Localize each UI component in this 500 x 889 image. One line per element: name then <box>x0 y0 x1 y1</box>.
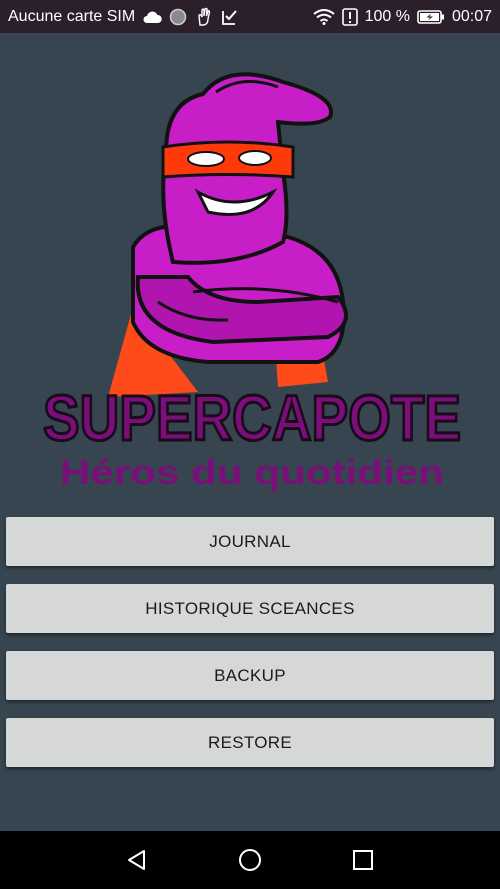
restore-button[interactable]: RESTORE <box>6 718 494 767</box>
status-bar: Aucune carte SIM 100 % 00:07 <box>0 0 500 33</box>
cloud-icon <box>142 10 162 24</box>
main-menu: JOURNAL HISTORIQUE SCEANCES BACKUP RESTO… <box>6 517 494 785</box>
hero-illustration: SUPERCAPOTE Héros du quotidien <box>42 72 463 492</box>
clock: 00:07 <box>451 7 492 25</box>
recents-icon[interactable] <box>343 840 383 880</box>
carrier-label: Aucune carte SIM <box>8 7 136 25</box>
back-icon[interactable] <box>117 840 157 880</box>
logo-title: SUPERCAPOTE <box>43 382 461 454</box>
backup-button[interactable]: BACKUP <box>6 651 494 700</box>
hand-icon <box>194 7 214 27</box>
battery-charging-icon <box>417 9 445 25</box>
alert-icon <box>341 7 358 26</box>
battery-percent: 100 % <box>364 7 410 25</box>
wifi-icon <box>312 8 335 25</box>
historique-sceances-button[interactable]: HISTORIQUE SCEANCES <box>6 584 494 633</box>
navigation-bar <box>0 831 500 889</box>
home-icon[interactable] <box>230 840 270 880</box>
logo-subtitle: Héros du quotidien <box>60 454 444 492</box>
supercapote-logo: SUPERCAPOTE Héros du quotidien <box>38 52 466 498</box>
app-screen: Aucune carte SIM 100 % 00:07 SUPERCAPOTE… <box>0 0 500 889</box>
circle-icon <box>169 8 187 26</box>
journal-button[interactable]: JOURNAL <box>6 517 494 566</box>
checklist-icon <box>221 8 239 26</box>
